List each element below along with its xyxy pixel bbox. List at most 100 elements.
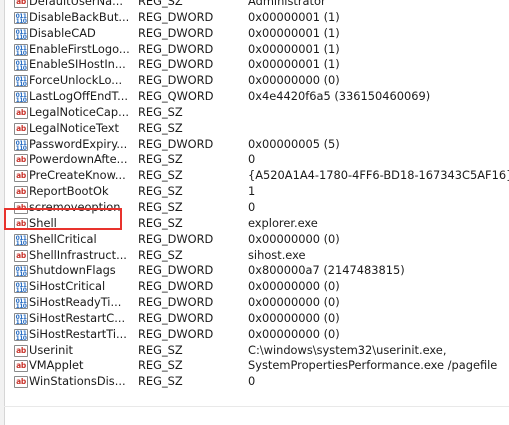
value-name: PreCreateKnow... [29, 168, 126, 183]
value-type: REG_DWORD [138, 263, 214, 278]
value-name: LegalNoticeText [29, 120, 119, 135]
value-data: 0x00000005 (5) [248, 136, 340, 151]
value-name: SiHostCritical [29, 279, 106, 294]
value-type: REG_SZ [138, 184, 183, 199]
registry-value-row[interactable]: 011 110 EnableSIHostIn... REG_DWORD 0x00000… [4, 57, 509, 73]
registry-value-row[interactable]: ab ReportBootOk REG_SZ 1 [4, 184, 509, 200]
binary-value-icon: 011 110 [14, 75, 28, 89]
registry-value-row[interactable]: 011 110 PasswordExpiry... REG_DWORD 0x00000… [4, 137, 509, 153]
value-data: 1 [248, 184, 256, 199]
value-name: VMApplet [29, 358, 84, 373]
registry-value-row[interactable]: 011 110 ShutdownFlags REG_DWORD 0x800000a7 … [4, 263, 509, 279]
registry-value-row[interactable]: ab WinStationsDis... REG_SZ 0 [4, 374, 509, 390]
value-name: LegalNoticeCap... [29, 104, 129, 119]
value-name: PowerdownAfte... [29, 152, 128, 167]
string-value-icon: ab [14, 186, 28, 199]
registry-value-row[interactable]: ab ShellInfrastruct... REG_SZ sihost.exe [4, 248, 509, 264]
value-data: 0x00000000 (0) [248, 310, 340, 325]
value-type: REG_SZ [138, 104, 183, 119]
value-data: SystemPropertiesPerformance.exe /pagefil… [248, 358, 498, 373]
registry-value-row[interactable]: ab PowerdownAfte... REG_SZ 0 [4, 152, 509, 168]
value-type: REG_DWORD [138, 57, 214, 72]
registry-value-row[interactable]: 011 110 EnableFirstLogo... REG_DWORD 0x0000… [4, 42, 509, 58]
binary-value-icon: 011 110 [14, 312, 28, 326]
registry-value-row[interactable]: 011 110 ShellCritical REG_DWORD 0x00000000 … [4, 232, 509, 248]
value-type: REG_DWORD [138, 295, 214, 310]
registry-value-row[interactable]: ab LegalNoticeText REG_SZ [4, 121, 509, 137]
value-type: REG_DWORD [138, 310, 214, 325]
value-name: ShellCritical [29, 231, 97, 246]
registry-values-list: ab DefaultUserNa... REG_SZ Administrator 011… [4, 0, 509, 390]
value-type: REG_DWORD [138, 73, 214, 88]
list-bottom-divider [4, 406, 509, 407]
value-type: REG_SZ [138, 358, 183, 373]
value-name: SiHostRestartTi... [29, 326, 127, 341]
string-value-icon: ab [14, 106, 28, 119]
binary-value-icon: 011 110 [14, 328, 28, 342]
registry-value-row[interactable]: 011 110 SiHostCritical REG_DWORD 0x00000000… [4, 279, 509, 295]
registry-value-row[interactable]: 011 110 DisableCAD REG_DWORD 0x00000001 (1) [4, 26, 509, 42]
value-data: 0 [248, 152, 256, 167]
value-data: sihost.exe [248, 247, 306, 262]
string-value-icon: ab [14, 344, 28, 357]
value-name: LastLogOffEndT... [29, 89, 128, 104]
shell-highlight-box [4, 208, 122, 230]
value-data: {A520A1A4-1780-4FF6-BD18-167343C5AF16} [248, 168, 509, 183]
registry-value-row[interactable]: ab DefaultUserNa... REG_SZ Administrator [4, 0, 509, 10]
string-value-icon: ab [14, 376, 28, 389]
value-type: REG_SZ [138, 152, 183, 167]
value-type: REG_DWORD [138, 41, 214, 56]
value-name: DisableBackBut... [29, 9, 130, 24]
value-name: DisableCAD [29, 25, 96, 40]
registry-value-row[interactable]: ab VMApplet REG_SZ SystemPropertiesPerforma… [4, 358, 509, 374]
value-data: explorer.exe [248, 215, 318, 230]
registry-value-row[interactable]: ab PreCreateKnow... REG_SZ {A520A1A4-1780-4… [4, 168, 509, 184]
string-value-icon: ab [14, 122, 28, 135]
value-name: ShellInfrastruct... [29, 247, 127, 262]
value-type: REG_SZ [138, 342, 183, 357]
value-name: WinStationsDis... [29, 374, 126, 389]
value-name: EnableFirstLogo... [29, 41, 130, 56]
value-name: SiHostRestartC... [29, 310, 126, 325]
value-type: REG_SZ [138, 247, 183, 262]
value-type: REG_DWORD [138, 136, 214, 151]
value-data: 0x00000001 (1) [248, 9, 340, 24]
registry-value-row[interactable]: 011 110 DisableBackBut... REG_DWORD 0x00000… [4, 10, 509, 26]
binary-value-icon: 011 110 [14, 297, 28, 311]
binary-value-icon: 011 110 [14, 138, 28, 152]
string-value-icon: ab [14, 249, 28, 262]
string-value-icon: ab [14, 0, 28, 8]
value-type: REG_DWORD [138, 231, 214, 246]
registry-value-row[interactable]: 011 110 SiHostReadyTi... REG_DWORD 0x000000… [4, 295, 509, 311]
registry-value-row[interactable]: ab LegalNoticeCap... REG_SZ [4, 105, 509, 121]
binary-value-icon: 011 110 [14, 11, 28, 25]
value-type: REG_DWORD [138, 9, 214, 24]
registry-value-row[interactable]: 011 110 ForceUnlockLo... REG_DWORD 0x000000… [4, 73, 509, 89]
value-type: REG_DWORD [138, 279, 214, 294]
value-type: REG_SZ [138, 120, 183, 135]
value-name: ShutdownFlags [29, 263, 116, 278]
registry-value-row[interactable]: 011 110 SiHostRestartTi... REG_DWORD 0x0000… [4, 327, 509, 343]
value-type: REG_SZ [138, 374, 183, 389]
value-data: 0x00000001 (1) [248, 57, 340, 72]
string-value-icon: ab [14, 170, 28, 183]
registry-value-row[interactable]: 011 110 SiHostRestartC... REG_DWORD 0x00000… [4, 311, 509, 327]
value-data: 0x00000000 (0) [248, 295, 340, 310]
value-data: 0x00000000 (0) [248, 231, 340, 246]
value-type: REG_DWORD [138, 25, 214, 40]
binary-value-icon: 011 110 [14, 233, 28, 247]
value-type: REG_DWORD [138, 326, 214, 341]
value-name: Userinit [29, 342, 73, 357]
value-data: 0x800000a7 (2147483815) [248, 263, 405, 278]
value-data: 0x00000000 (0) [248, 73, 340, 88]
string-value-icon: ab [14, 154, 28, 167]
value-data: 0x00000001 (1) [248, 25, 340, 40]
value-type: REG_SZ [138, 168, 183, 183]
registry-value-row[interactable]: ab Userinit REG_SZ C:\windows\system32\user… [4, 343, 509, 359]
value-data: 0x00000000 (0) [248, 279, 340, 294]
value-data: C:\windows\system32\userinit.exe, [248, 342, 447, 357]
binary-value-icon: 011 110 [14, 27, 28, 41]
value-name: ReportBootOk [29, 184, 109, 199]
registry-value-row[interactable]: 011 110 LastLogOffEndT... REG_QWORD 0x4e442… [4, 89, 509, 105]
value-type: REG_SZ [138, 215, 183, 230]
